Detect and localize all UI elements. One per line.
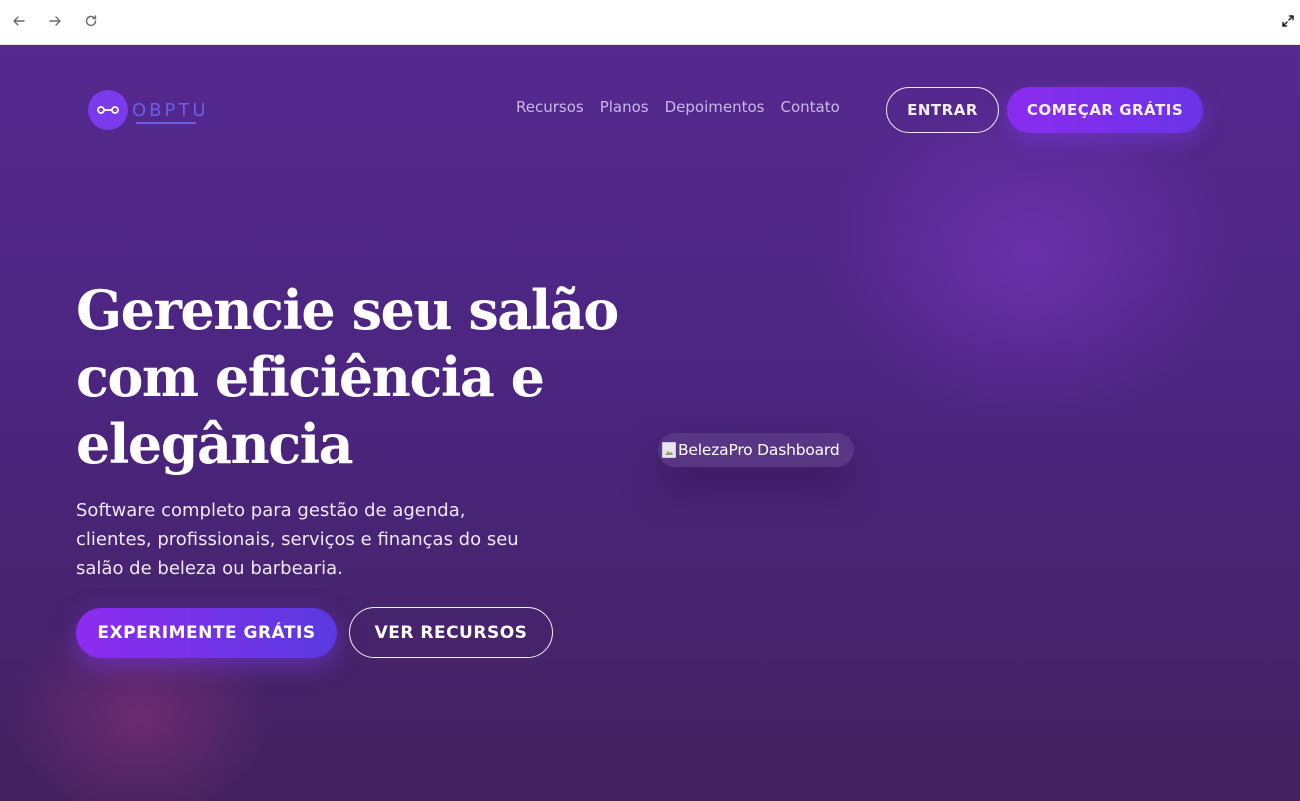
- hero-title: Gerencie seu salão com eficiência e eleg…: [76, 277, 636, 478]
- signup-button[interactable]: COMEÇAR GRÁTIS: [1007, 87, 1203, 133]
- arrow-right-icon: [49, 16, 61, 26]
- broken-image-icon: [662, 442, 676, 458]
- see-features-button[interactable]: VER RECURSOS: [349, 607, 553, 658]
- logo-underline: [136, 122, 196, 124]
- dashboard-image-alt: BelezaPro Dashboard: [678, 441, 840, 459]
- logo-badge: [88, 90, 128, 130]
- logo-text: OBPTU: [132, 100, 209, 121]
- arrow-left-icon: [13, 16, 25, 26]
- expand-icon: [1282, 15, 1294, 27]
- nav-link-contato[interactable]: Contato: [781, 95, 840, 119]
- back-button[interactable]: [8, 10, 30, 32]
- reload-button[interactable]: [80, 10, 102, 32]
- hero-subtitle-line: salão de beleza ou barbearia.: [76, 558, 343, 579]
- try-free-button[interactable]: EXPERIMENTE GRÁTIS: [76, 608, 337, 658]
- hero-subtitle-line: clientes, profissionais, serviços e fina…: [76, 529, 519, 550]
- forward-button[interactable]: [44, 10, 66, 32]
- landing-page: OBPTU Recursos Planos Depoimentos Contat…: [0, 45, 1300, 801]
- reload-icon: [85, 15, 97, 27]
- nav-link-planos[interactable]: Planos: [600, 95, 649, 119]
- logo[interactable]: OBPTU: [88, 90, 218, 132]
- nav-link-depoimentos[interactable]: Depoimentos: [665, 95, 765, 119]
- main-nav: Recursos Planos Depoimentos Contato: [516, 95, 856, 119]
- fullscreen-button[interactable]: [1277, 10, 1299, 32]
- hero-title-line: elegância: [76, 412, 354, 476]
- scissors-icon: [97, 106, 119, 114]
- login-button[interactable]: ENTRAR: [886, 87, 999, 133]
- nav-link-recursos[interactable]: Recursos: [516, 95, 584, 119]
- background-glow: [820, 85, 1240, 425]
- browser-toolbar: [0, 0, 1300, 45]
- hero-title-line: com eficiência e: [76, 345, 545, 409]
- dashboard-image: BelezaPro Dashboard: [658, 433, 854, 467]
- hero-title-line: Gerencie seu salão: [76, 278, 619, 342]
- hero-subtitle-line: Software completo para gestão de agenda,: [76, 500, 466, 521]
- hero-subtitle: Software completo para gestão de agenda,…: [76, 496, 566, 583]
